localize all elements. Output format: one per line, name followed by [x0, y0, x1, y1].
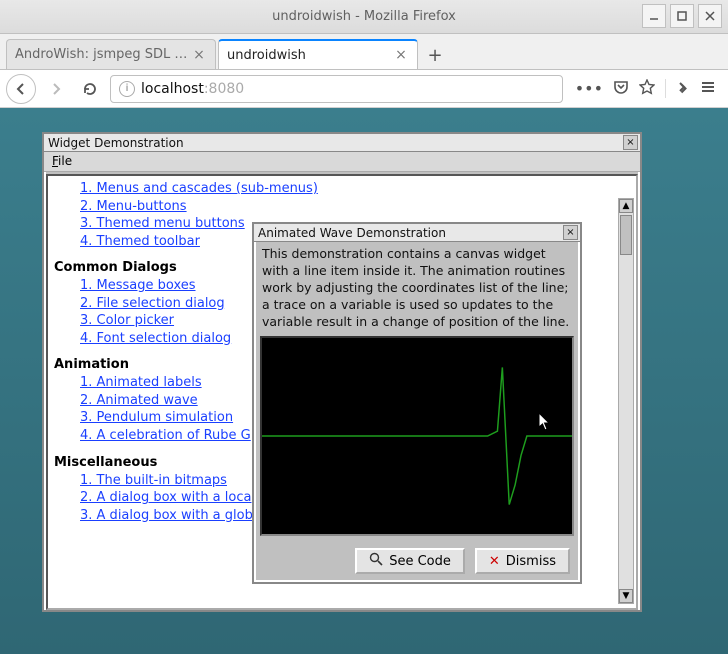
wave-canvas: [260, 336, 574, 536]
tab-strip: AndroWish: jsmpeg SDL Vide × undroidwish…: [0, 34, 728, 70]
dismiss-label: Dismiss: [506, 554, 556, 569]
url-host: localhost: [141, 81, 204, 97]
tab-androwish[interactable]: AndroWish: jsmpeg SDL Vide ×: [6, 39, 216, 69]
pocket-icon[interactable]: [613, 79, 629, 99]
bookmark-star-icon[interactable]: [639, 79, 655, 99]
close-icon[interactable]: ×: [191, 47, 207, 63]
window-maximize-button[interactable]: [670, 4, 694, 28]
scroll-up-arrow-icon[interactable]: ▲: [619, 199, 633, 213]
more-icon[interactable]: •••: [575, 79, 603, 98]
info-icon[interactable]: i: [119, 81, 135, 97]
tab-undroidwish[interactable]: undroidwish ×: [218, 39, 418, 69]
widget-demo-titlebar[interactable]: Widget Demonstration ×: [44, 134, 640, 152]
window-close-button[interactable]: [698, 4, 722, 28]
widget-demo-close-button[interactable]: ×: [623, 135, 638, 150]
tab-label: undroidwish: [227, 48, 393, 63]
widget-demo-title: Widget Demonstration: [48, 136, 184, 150]
browser-viewport: Widget Demonstration × File 1. Menus and…: [0, 108, 728, 654]
wave-demo-window[interactable]: Animated Wave Demonstration × This demon…: [252, 222, 582, 584]
demo-link[interactable]: 1. Menus and cascades (sub-menus): [80, 180, 630, 198]
dismiss-button[interactable]: ✕ Dismiss: [475, 548, 570, 574]
reload-icon: [82, 81, 98, 97]
forward-arrow-icon: [48, 81, 64, 97]
firefox-title: undroidwish - Mozilla Firefox: [272, 9, 456, 24]
wave-demo-close-button[interactable]: ×: [563, 225, 578, 240]
demo-link[interactable]: 2. Menu-buttons: [80, 198, 630, 216]
see-code-label: See Code: [389, 554, 451, 569]
see-code-button[interactable]: See Code: [355, 548, 465, 574]
new-tab-button[interactable]: +: [420, 41, 450, 69]
overflow-icon[interactable]: [665, 79, 690, 98]
back-arrow-icon: [13, 81, 29, 97]
window-minimize-button[interactable]: [642, 4, 666, 28]
wave-demo-title: Animated Wave Demonstration: [258, 226, 446, 240]
url-bar[interactable]: i localhost:8080: [110, 75, 563, 103]
wave-line: [262, 368, 572, 505]
wave-demo-titlebar[interactable]: Animated Wave Demonstration ×: [254, 224, 580, 242]
nav-bar: i localhost:8080 •••: [0, 70, 728, 108]
menu-file[interactable]: File: [52, 154, 72, 168]
menu-bar[interactable]: File: [44, 152, 640, 172]
scroll-down-arrow-icon[interactable]: ▼: [619, 589, 633, 603]
scroll-thumb[interactable]: [620, 215, 632, 255]
tab-label: AndroWish: jsmpeg SDL Vide: [15, 47, 191, 62]
url-port: :8080: [204, 81, 244, 97]
scrollbar[interactable]: ▲ ▼: [618, 198, 634, 604]
menu-icon[interactable]: [700, 79, 716, 99]
close-icon[interactable]: ×: [393, 47, 409, 63]
back-button[interactable]: [6, 74, 36, 104]
scroll-track[interactable]: [619, 215, 633, 587]
firefox-titlebar: undroidwish - Mozilla Firefox: [0, 0, 728, 34]
magnifier-icon: [369, 552, 383, 570]
x-icon: ✕: [489, 554, 500, 569]
wave-button-row: See Code ✕ Dismiss: [254, 542, 580, 582]
reload-button[interactable]: [76, 75, 104, 103]
forward-button[interactable]: [42, 75, 70, 103]
wave-demo-description: This demonstration contains a canvas wid…: [254, 242, 580, 336]
